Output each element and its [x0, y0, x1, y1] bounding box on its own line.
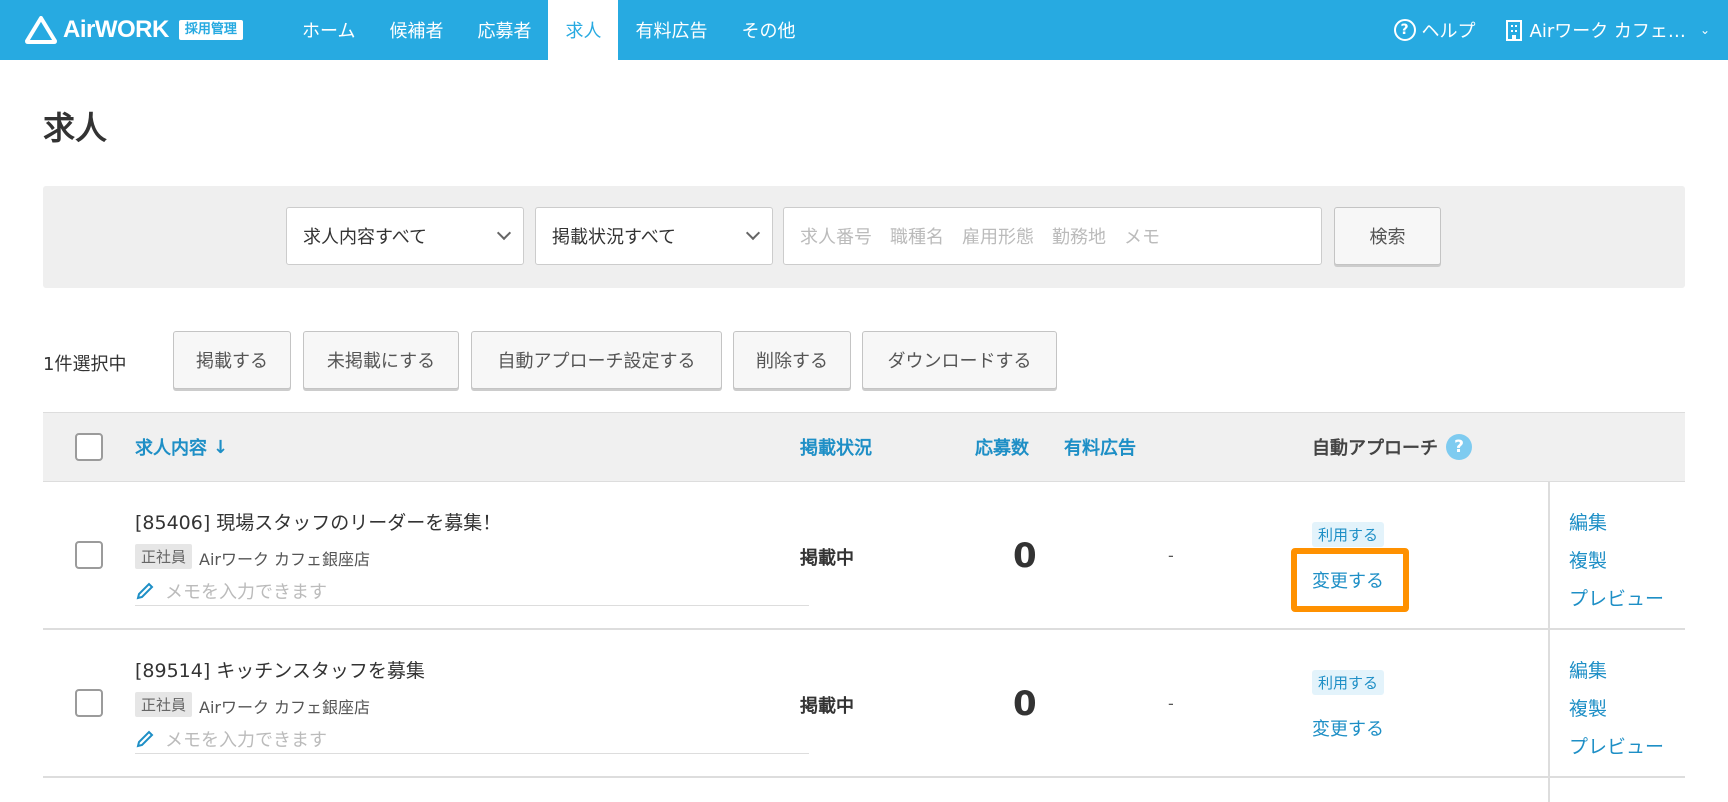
col-header-paid-ad[interactable]: 有料広告 — [1064, 413, 1136, 481]
auto-approach-change-link[interactable]: 変更する — [1312, 715, 1384, 741]
chevron-down-icon — [745, 225, 761, 241]
col-header-status[interactable]: 掲載状況 — [800, 413, 872, 481]
col-header-content-label: 求人内容 — [135, 438, 207, 459]
search-panel: 求人内容すべて 掲載状況すべて 求人番号 職種名 雇用形態 勤務地 メモ 検索 — [43, 186, 1685, 288]
status-filter-select[interactable]: 掲載状況すべて — [535, 207, 773, 265]
col-header-auto-approach-label: 自動アプローチ — [1312, 438, 1438, 459]
auto-approach-setting-button[interactable]: 自動アプローチ設定する — [471, 331, 722, 389]
edit-link[interactable]: 編集 — [1569, 508, 1607, 535]
employment-tag: 正社員 — [135, 692, 193, 717]
row-checkbox[interactable] — [75, 689, 103, 717]
publish-status: 掲載中 — [800, 548, 854, 569]
job-title[interactable]: [89514] キッチンスタッフを募集 — [135, 656, 425, 683]
header-right: ? ヘルプ Airワーク カフェ… ⌄ — [1393, 0, 1710, 60]
keyword-search-input[interactable]: 求人番号 職種名 雇用形態 勤務地 メモ — [783, 207, 1322, 265]
nav-other[interactable]: その他 — [724, 0, 812, 60]
col-header-applicants[interactable]: 応募数 — [975, 413, 1029, 481]
memo-field[interactable]: メモを入力できます — [135, 724, 809, 754]
publish-button[interactable]: 掲載する — [173, 331, 291, 389]
shop-name: Airワーク カフェ銀座店 — [199, 698, 371, 717]
memo-placeholder: メモを入力できます — [165, 729, 327, 751]
nav-jobs[interactable]: 求人 — [548, 0, 619, 60]
page-title: 求人 — [43, 109, 108, 147]
pencil-icon — [136, 730, 154, 747]
publish-status: 掲載中 — [800, 696, 854, 717]
employment-tag: 正社員 — [135, 544, 193, 569]
help-question-icon[interactable]: ? — [1446, 434, 1472, 460]
table-row: [89514] キッチンスタッフを募集 正社員 Airワーク カフェ銀座店 メモ… — [43, 630, 1685, 778]
question-circle-icon: ? — [1393, 19, 1416, 41]
store-label: Airワーク カフェ… — [1529, 21, 1686, 42]
chevron-down-icon — [496, 225, 512, 241]
airwork-logo-icon — [25, 16, 57, 44]
edit-link[interactable]: 編集 — [1569, 656, 1607, 683]
jobs-table: 求人内容 ↓ 掲載状況 応募数 有料広告 自動アプローチ ? [85406] 現… — [43, 412, 1685, 802]
paid-ad-value: - — [1168, 694, 1174, 713]
nav-home[interactable]: ホーム — [285, 0, 372, 60]
table-row: [85406] 現場スタッフのリーダーを募集！ 正社員 Airワーク カフェ銀座… — [43, 482, 1685, 630]
select-all-checkbox[interactable] — [75, 433, 103, 461]
duplicate-link[interactable]: 複製 — [1569, 694, 1607, 721]
arrow-down-icon: ↓ — [213, 436, 229, 458]
selected-count: 1件選択中 — [43, 354, 127, 375]
nav-paid-ads[interactable]: 有料広告 — [618, 0, 724, 60]
table-header: 求人内容 ↓ 掲載状況 応募数 有料広告 自動アプローチ ? — [43, 412, 1685, 482]
preview-link[interactable]: プレビュー — [1569, 732, 1664, 759]
content-filter-value: 求人内容すべて — [303, 227, 428, 248]
download-button[interactable]: ダウンロードする — [862, 331, 1057, 389]
memo-placeholder: メモを入力できます — [165, 581, 327, 603]
chevron-down-icon: ⌄ — [1699, 23, 1710, 37]
top-header: AirWORK 採用管理 ホーム 候補者 応募者 求人 有料広告 その他 ? ヘ… — [0, 0, 1728, 60]
duplicate-link[interactable]: 複製 — [1569, 546, 1607, 573]
col-header-content[interactable]: 求人内容 ↓ — [135, 413, 228, 481]
logo[interactable]: AirWORK 採用管理 — [25, 14, 243, 46]
logo-text: AirWORK — [63, 16, 169, 43]
applicant-count: 0 — [1013, 684, 1037, 724]
pencil-icon — [136, 582, 154, 599]
building-icon — [1505, 20, 1522, 41]
search-button[interactable]: 検索 — [1334, 207, 1441, 265]
job-title[interactable]: [85406] 現場スタッフのリーダーを募集！ — [135, 508, 501, 535]
store-switcher[interactable]: Airワーク カフェ… ⌄ — [1504, 17, 1710, 43]
help-link[interactable]: ? ヘルプ — [1393, 17, 1476, 43]
auto-approach-badge: 利用する — [1312, 522, 1385, 547]
delete-button[interactable]: 削除する — [733, 331, 851, 389]
preview-link[interactable]: プレビュー — [1569, 584, 1664, 611]
auto-approach-badge: 利用する — [1312, 670, 1385, 695]
keyword-placeholder: 求人番号 職種名 雇用形態 勤務地 メモ — [800, 227, 1160, 248]
memo-field[interactable]: メモを入力できます — [135, 576, 809, 606]
nav-applicants[interactable]: 応募者 — [460, 0, 548, 60]
nav-candidates[interactable]: 候補者 — [372, 0, 460, 60]
paid-ad-value: - — [1168, 546, 1174, 565]
col-header-auto-approach: 自動アプローチ ? — [1312, 413, 1472, 481]
main-nav: ホーム 候補者 応募者 求人 有料広告 その他 — [285, 0, 812, 60]
logo-badge: 採用管理 — [178, 20, 243, 40]
content-filter-select[interactable]: 求人内容すべて — [286, 207, 524, 265]
unpublish-button[interactable]: 未掲載にする — [303, 331, 459, 389]
shop-name: Airワーク カフェ銀座店 — [199, 550, 371, 569]
row-checkbox[interactable] — [75, 541, 103, 569]
status-filter-value: 掲載状況すべて — [552, 227, 677, 248]
applicant-count: 0 — [1013, 536, 1037, 576]
help-label: ヘルプ — [1421, 21, 1476, 42]
auto-approach-change-link[interactable]: 変更する — [1312, 567, 1384, 593]
